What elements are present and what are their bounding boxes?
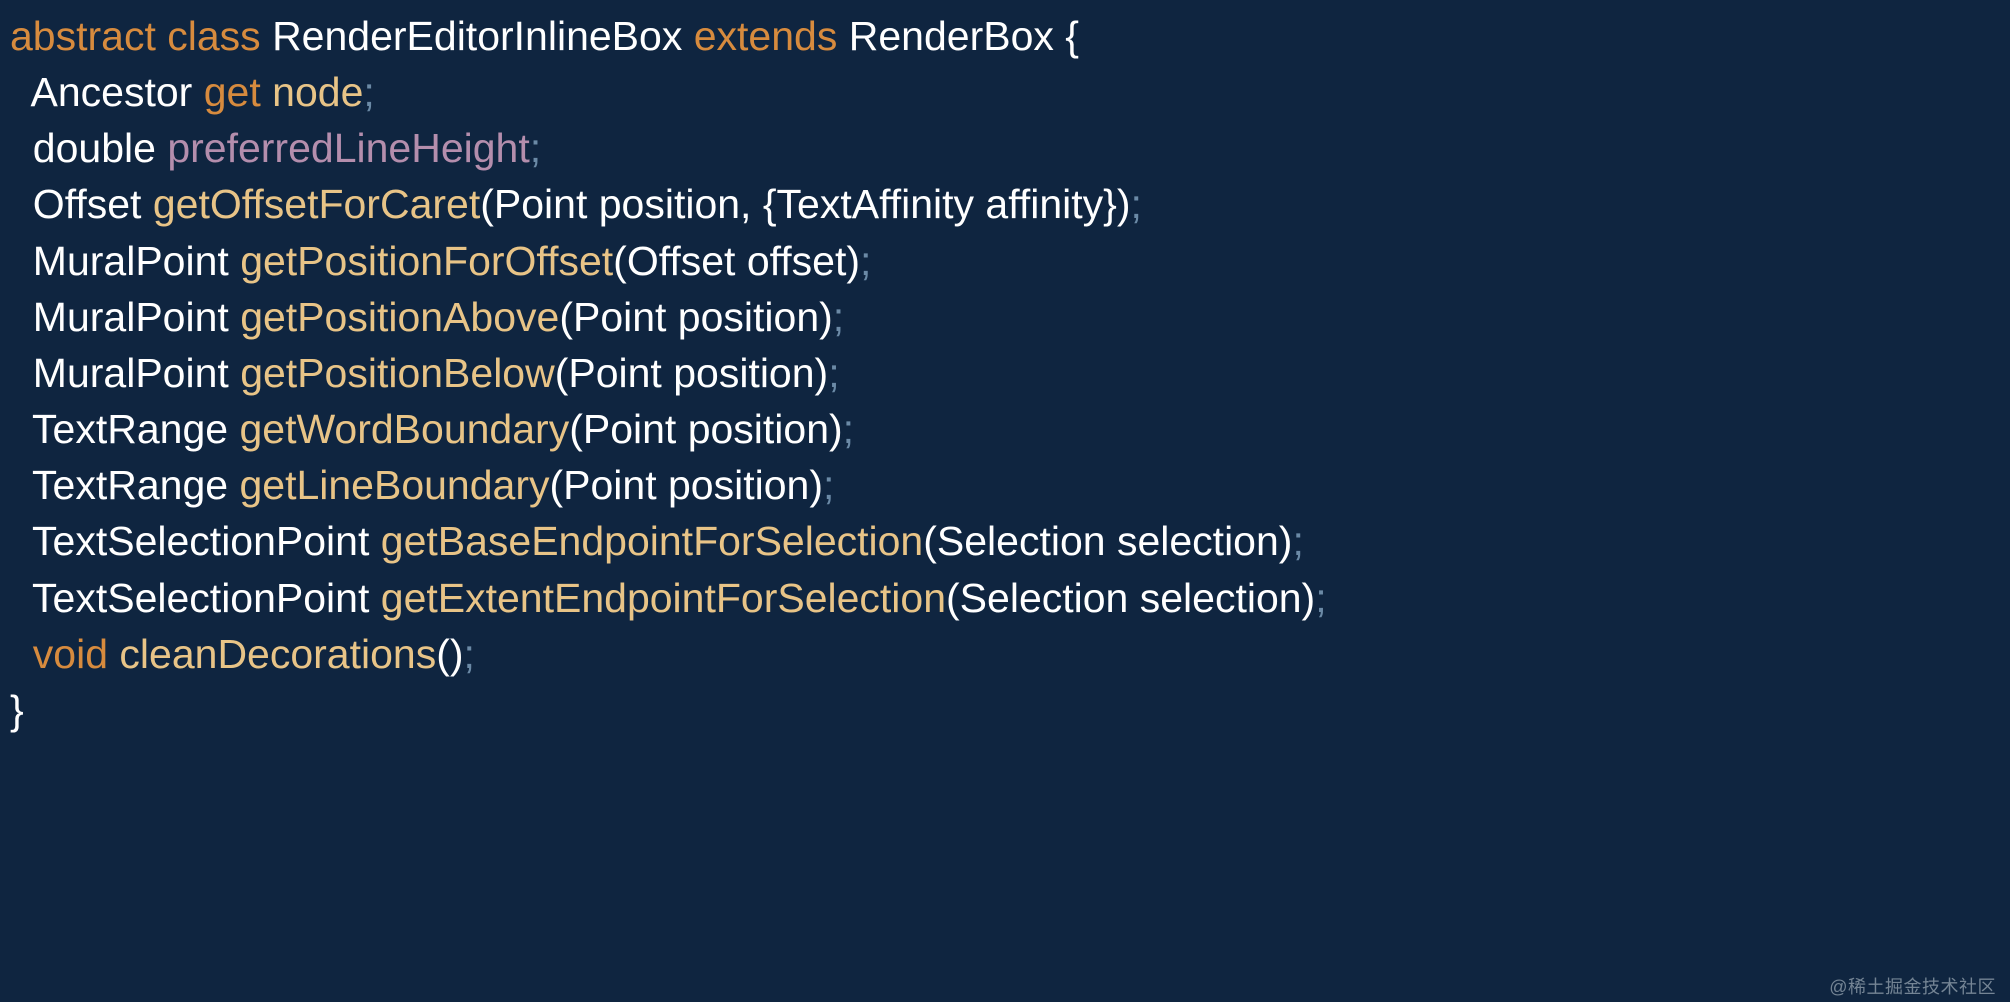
method-name: cleanDecorations <box>119 631 436 677</box>
params: (Point position) <box>569 406 842 452</box>
method-name: getBaseEndpointForSelection <box>381 518 923 564</box>
semicolon: ; <box>843 406 854 452</box>
member-name: preferredLineHeight <box>167 125 529 171</box>
params: (Selection selection) <box>946 575 1315 621</box>
keyword-abstract: abstract <box>10 13 156 59</box>
return-type: MuralPoint <box>33 294 229 340</box>
keyword-void: void <box>33 631 108 677</box>
return-type: TextRange <box>32 406 228 452</box>
semicolon: ; <box>1131 181 1142 227</box>
return-type: TextRange <box>32 462 228 508</box>
return-type: MuralPoint <box>33 350 229 396</box>
params: (Point position) <box>555 350 828 396</box>
semicolon: ; <box>530 125 541 171</box>
brace-open: { <box>1065 13 1079 59</box>
params: (Point position) <box>550 462 823 508</box>
return-type: TextSelectionPoint <box>32 518 369 564</box>
params: (Offset offset) <box>613 238 860 284</box>
semicolon: ; <box>823 462 834 508</box>
keyword-class: class <box>167 13 260 59</box>
semicolon: ; <box>1315 575 1326 621</box>
params: () <box>436 631 463 677</box>
semicolon: ; <box>464 631 475 677</box>
semicolon: ; <box>1292 518 1303 564</box>
method-name: getPositionAbove <box>240 294 559 340</box>
return-type: MuralPoint <box>33 238 229 284</box>
superclass-name: RenderBox <box>849 13 1054 59</box>
params: (Selection selection) <box>923 518 1292 564</box>
method-name: getLineBoundary <box>239 462 549 508</box>
semicolon: ; <box>828 350 839 396</box>
return-type: double <box>33 125 156 171</box>
watermark: @稀土掘金技术社区 <box>1829 973 1996 999</box>
semicolon: ; <box>363 69 374 115</box>
return-type: TextSelectionPoint <box>32 575 369 621</box>
method-name: getOffsetForCaret <box>153 181 480 227</box>
return-type: Ancestor <box>31 69 193 115</box>
method-name: getPositionBelow <box>240 350 555 396</box>
keyword-get: get <box>204 69 261 115</box>
class-name: RenderEditorInlineBox <box>272 13 682 59</box>
method-name: getExtentEndpointForSelection <box>381 575 946 621</box>
code-block: abstract class RenderEditorInlineBox ext… <box>0 0 2010 742</box>
semicolon: ; <box>833 294 844 340</box>
brace-close: } <box>10 687 24 733</box>
keyword-extends: extends <box>694 13 838 59</box>
method-name: getPositionForOffset <box>240 238 613 284</box>
params: (Point position, {TextAffinity affinity}… <box>480 181 1130 227</box>
return-type: Offset <box>33 181 142 227</box>
method-name: getWordBoundary <box>239 406 569 452</box>
member-name: node <box>272 69 363 115</box>
params: (Point position) <box>559 294 832 340</box>
semicolon: ; <box>860 238 871 284</box>
